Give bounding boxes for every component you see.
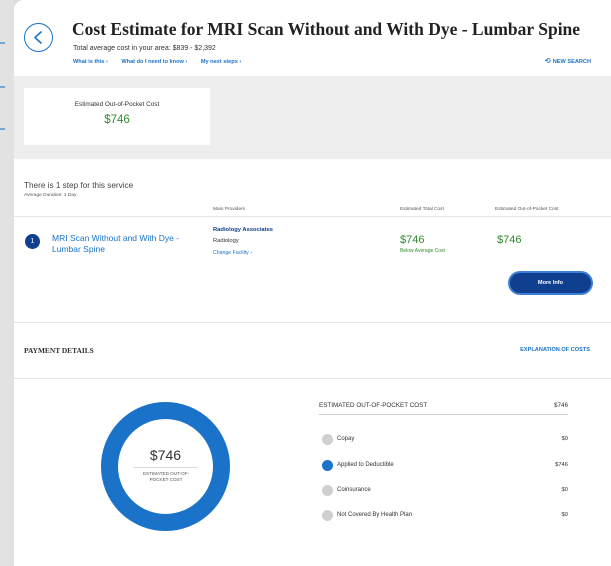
oop-summary-label: Estimated Out-of-Pocket Cost [74, 101, 160, 108]
new-search-label: NEW SEARCH [552, 59, 591, 65]
breakdown-row-not-covered: Not Covered By Health Plan $0 [322, 510, 568, 522]
oop-summary-card: Estimated Out-of-Pocket Cost $746 [24, 88, 210, 145]
breakdown-label: Coinsurance [337, 487, 371, 493]
back-button[interactable] [24, 23, 53, 52]
oop-summary-value: $746 [104, 114, 130, 126]
step-number-badge: 1 [25, 234, 40, 249]
edge-mark [0, 86, 5, 88]
my-next-steps-link[interactable]: My next steps › [201, 59, 241, 65]
breakdown-value: $0 [561, 487, 568, 493]
breakdown-divider [319, 414, 568, 415]
cost-estimate-panel: Cost Estimate for MRI Scan Without and W… [14, 0, 611, 566]
donut-label: ESTIMATED OUT-OF-POCKET COST [142, 471, 190, 482]
column-header-providers: Main Providers [213, 207, 245, 212]
breakdown-value: $0 [561, 512, 568, 518]
provider-name-link[interactable]: Radiology Associates [213, 227, 273, 233]
breakdown-label: Applied to Deductible [337, 462, 394, 468]
provider-type: Radiology [213, 238, 239, 244]
breakdown-row-deductible: Applied to Deductible $746 [322, 460, 568, 472]
breakdown-value: $0 [561, 436, 568, 442]
steps-title: There is 1 step for this service [24, 181, 134, 190]
chevron-left-icon [34, 31, 42, 44]
average-duration: Average Duration: 1 Day [24, 193, 77, 198]
legend-dot-icon [322, 485, 333, 496]
estimated-total-cost: $746 [400, 234, 425, 246]
header: Cost Estimate for MRI Scan Without and W… [14, 0, 611, 76]
breakdown-row-coinsurance: Coinsurance $0 [322, 485, 568, 497]
info-links: What is this › What do I need to know › … [73, 59, 253, 65]
service-name-link[interactable]: MRI Scan Without and With Dye - Lumbar S… [52, 233, 182, 255]
average-cost-range: Total average cost in your area: $839 - … [73, 45, 216, 52]
oop-donut-chart: $746 ESTIMATED OUT-OF-POCKET COST [100, 401, 231, 532]
divider [14, 322, 611, 323]
legend-dot-icon [322, 434, 333, 445]
estimated-oop-cost: $746 [497, 234, 522, 246]
new-search-link[interactable]: ⟲ NEW SEARCH [545, 57, 591, 65]
divider [14, 216, 611, 217]
legend-dot-icon [322, 510, 333, 521]
donut-value: $746 [149, 447, 182, 463]
edge-mark [0, 128, 5, 130]
what-do-i-need-to-know-link[interactable]: What do I need to know › [121, 59, 187, 65]
breakdown-label: Copay [337, 436, 355, 442]
below-average-note: Below Average Cost [400, 248, 445, 254]
column-header-total-cost: Estimated Total Cost [400, 207, 444, 212]
change-facility-link[interactable]: Change Facility › [213, 250, 252, 256]
divider [14, 378, 611, 379]
explanation-of-costs-link[interactable]: EXPLANATION OF COSTS [520, 347, 590, 353]
what-is-this-link[interactable]: What is this › [73, 59, 108, 65]
refresh-icon: ⟲ [544, 58, 551, 65]
breakdown-row-copay: Copay $0 [322, 434, 568, 446]
edge-mark [0, 42, 5, 44]
breakdown-header-label: ESTIMATED OUT-OF-POCKET COST [319, 402, 428, 409]
column-header-oop-cost: Estimated Out-of-Pocket Cost [495, 207, 559, 212]
payment-details-title: PAYMENT DETAILS [24, 346, 94, 355]
breakdown-header-value: $746 [553, 402, 568, 409]
more-info-button[interactable]: More Info [510, 273, 591, 293]
breakdown-value: $746 [555, 462, 568, 468]
background-edge [0, 0, 14, 566]
legend-dot-icon [322, 460, 333, 471]
breakdown-label: Not Covered By Health Plan [337, 512, 413, 518]
donut-separator [133, 467, 198, 468]
page-title: Cost Estimate for MRI Scan Without and W… [72, 19, 581, 39]
